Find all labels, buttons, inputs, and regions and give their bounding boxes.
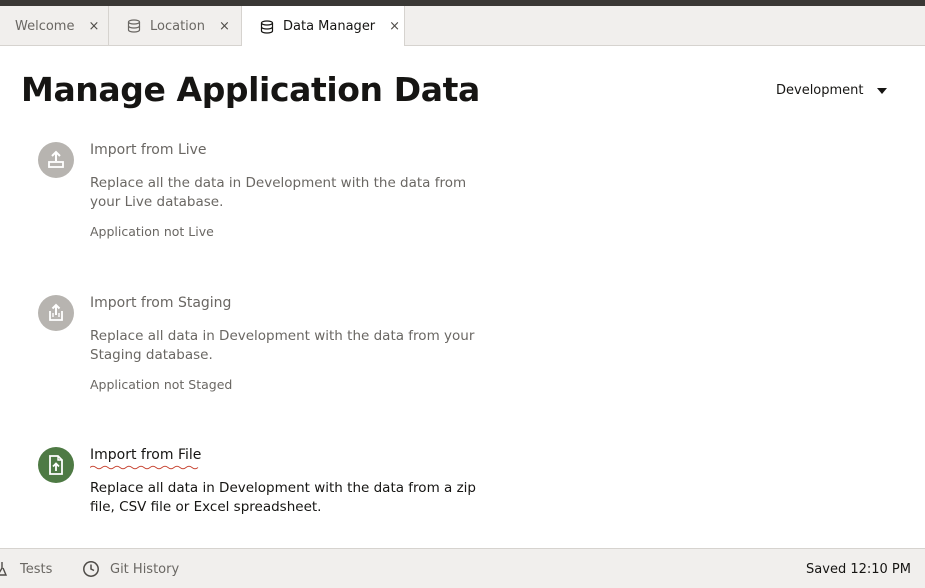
environment-label: Development [776, 83, 864, 98]
tab-welcome[interactable]: Welcome × [0, 6, 109, 46]
import-from-live-description: Replace all the data in Development with… [90, 175, 467, 210]
import-box-icon [38, 295, 74, 331]
spellcheck-underline [90, 465, 199, 470]
database-icon [260, 19, 274, 34]
card-import-from-staging: Import from Staging Replace all data in … [38, 295, 498, 405]
git-history-button[interactable]: Git History [82, 549, 179, 588]
tab-bar: Welcome × Location × Data Manager × [0, 6, 925, 47]
saved-status: Saved 12:10 PM [806, 561, 911, 577]
environment-selector[interactable]: Development [776, 83, 887, 98]
clock-icon [83, 561, 99, 577]
import-from-staging-status: Application not Staged [90, 377, 233, 392]
import-from-file-link[interactable]: Import from File [90, 447, 201, 463]
git-history-label: Git History [110, 561, 180, 577]
import-icon [38, 142, 74, 178]
status-bar: Tests Git History Saved 12:10 PM [0, 548, 925, 588]
close-icon[interactable]: × [88, 19, 99, 34]
card-import-from-file: Import from File Replace all data in Dev… [38, 447, 498, 517]
file-upload-icon[interactable] [38, 447, 74, 483]
card-import-from-live: Import from Live Replace all the data in… [38, 142, 498, 252]
page-title: Manage Application Data [21, 70, 480, 109]
tests-button[interactable]: Tests [0, 549, 52, 588]
tab-label: Welcome [15, 18, 75, 34]
import-from-file-description: Replace all data in Development with the… [90, 480, 476, 515]
import-from-staging-description: Replace all data in Development with the… [90, 328, 475, 363]
flask-icon [0, 562, 8, 576]
database-icon [127, 19, 141, 33]
close-icon[interactable]: × [219, 19, 230, 34]
tab-label: Location [150, 18, 205, 34]
tab-location[interactable]: Location × [109, 6, 242, 46]
close-icon[interactable]: × [389, 19, 400, 34]
import-from-live-title: Import from Live [90, 142, 207, 158]
tests-label: Tests [20, 561, 53, 577]
tab-data-manager[interactable]: Data Manager × [242, 6, 405, 47]
tab-label: Data Manager [283, 19, 376, 34]
import-from-staging-title: Import from Staging [90, 295, 232, 311]
import-from-live-status: Application not Live [90, 224, 214, 239]
caret-down-icon [876, 87, 887, 94]
